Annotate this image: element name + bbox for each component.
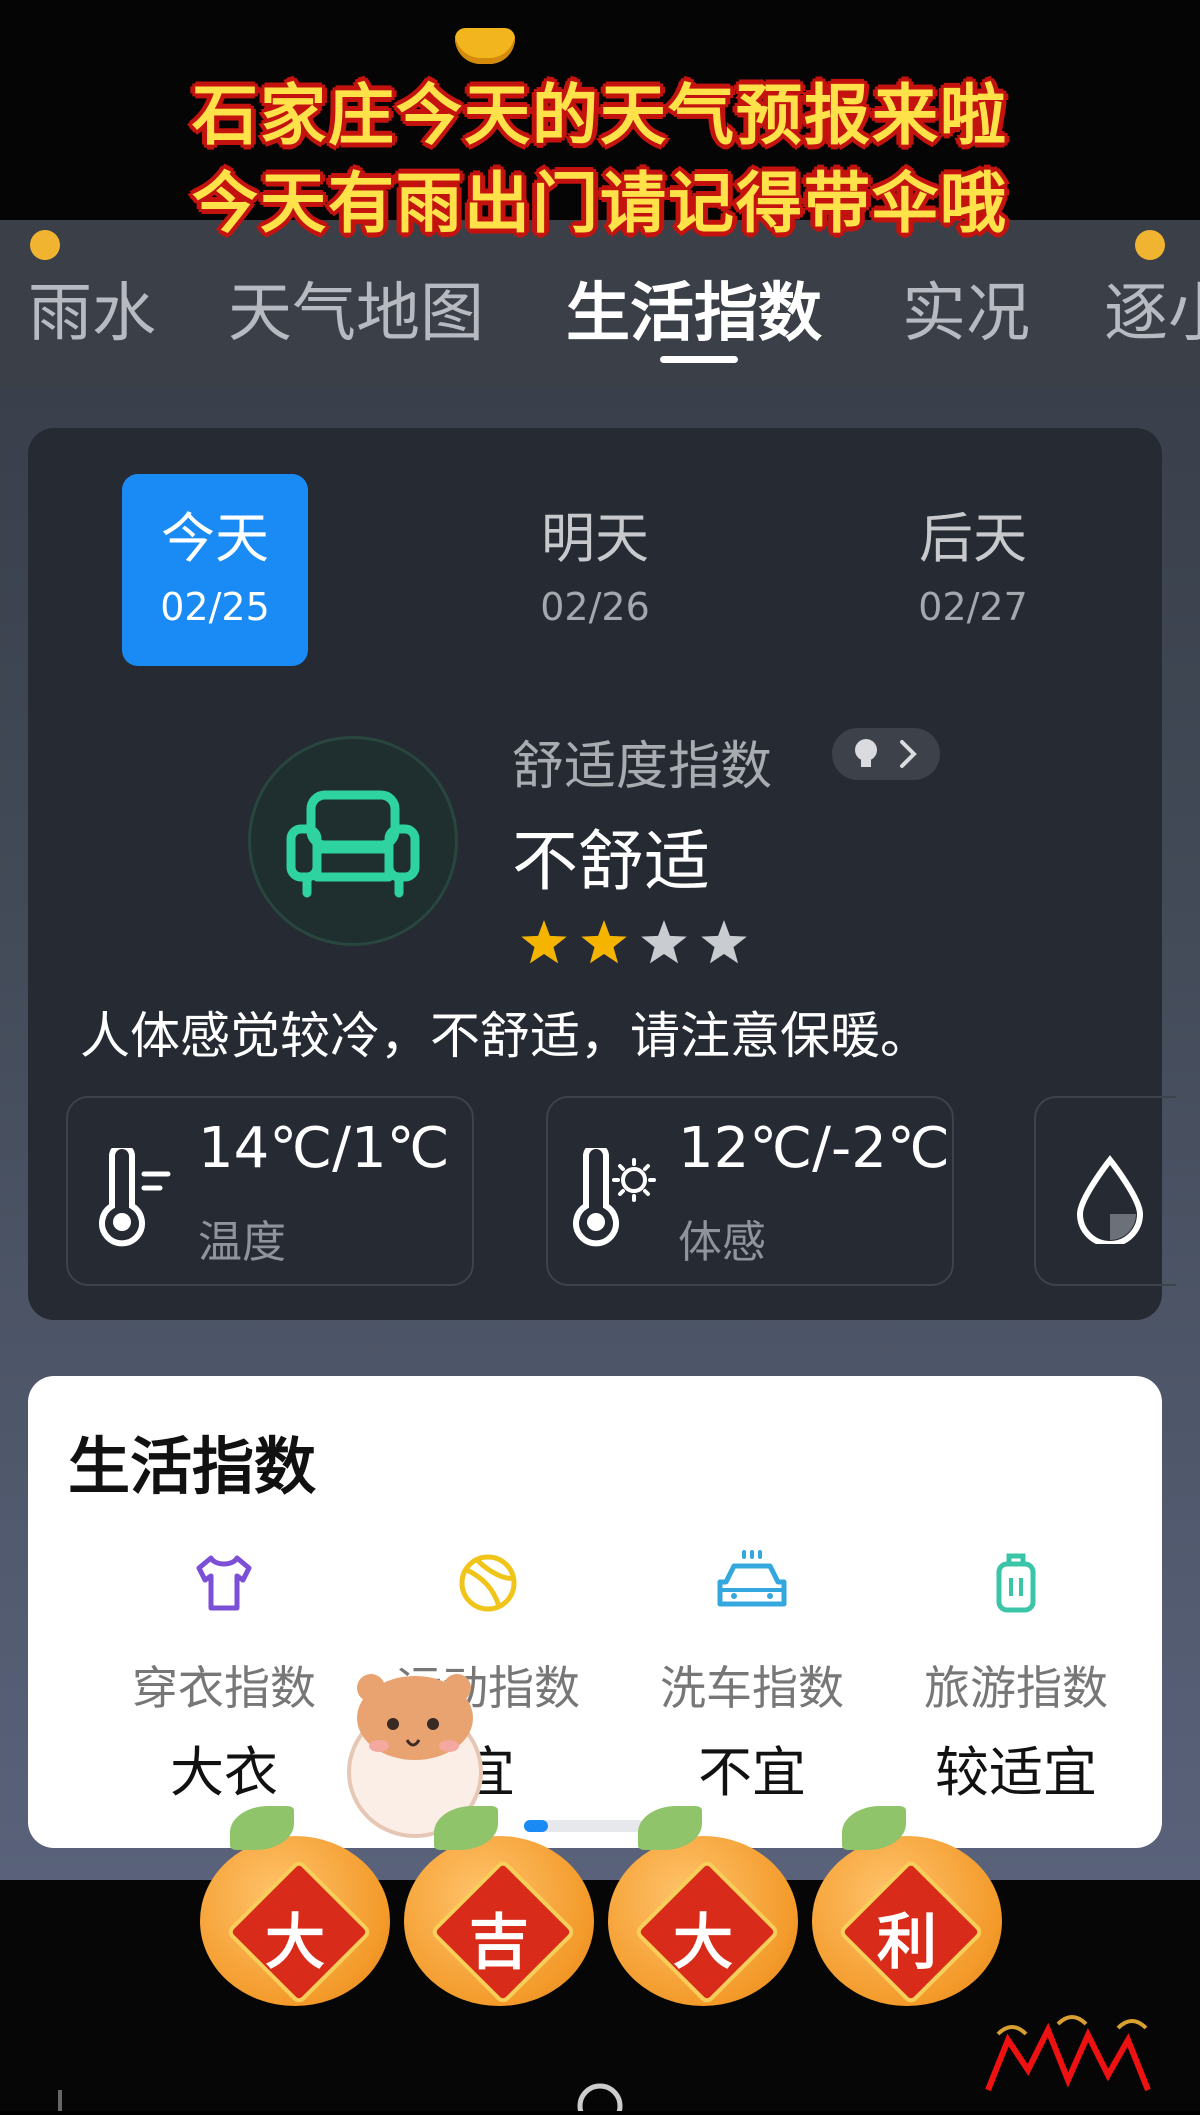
day-tomorrow[interactable]: 明天 02/26 — [502, 474, 688, 666]
day-after-tomorrow[interactable]: 后天 02/27 — [880, 474, 1066, 666]
life-item-value: 大衣 — [170, 1741, 278, 1804]
sticker-char: 大 — [265, 1908, 325, 1978]
star-filled-icon — [581, 920, 627, 964]
life-item-travel[interactable]: 旅游指数 较适宜 — [884, 1548, 1148, 1807]
metric-feels-like: 12℃/-2℃ 体感 — [546, 1096, 954, 1286]
sticker-char: 大 — [673, 1908, 733, 1978]
day-date: 02/26 — [540, 585, 650, 629]
caption-line-2: 今天有雨出门请记得带伞哦 — [192, 165, 1008, 242]
day-name: 明天 — [541, 507, 649, 570]
metric-value: 12℃/-2℃ — [678, 1116, 950, 1181]
thermometer-sun-icon — [572, 1143, 662, 1252]
life-item-name: 洗车指数 — [660, 1661, 844, 1715]
comfort-star-rating — [516, 916, 756, 976]
coin-icon — [1135, 230, 1165, 260]
sticker-char: 利 — [877, 1908, 937, 1978]
tab-life-index[interactable]: 生活指数 — [566, 262, 822, 354]
metric-humidity — [1034, 1096, 1176, 1286]
life-item-name: 旅游指数 — [924, 1661, 1108, 1715]
orange-sticker: 利 — [812, 1806, 1002, 2006]
life-index-card: 生活指数 穿衣指数 大衣 运动指数 宜 洗车指数 不宜 旅游指数 较适宜 — [28, 1376, 1162, 1848]
video-caption: 石家庄今天的天气预报来啦 今天有雨出门请记得带伞哦 — [0, 72, 1200, 248]
life-item-value: 较适宜 — [935, 1741, 1097, 1804]
comfort-index-title: 舒适度指数 — [512, 737, 773, 797]
day-name: 后天 — [919, 507, 1027, 570]
comfort-description: 人体感觉较冷，不舒适，请注意保暖。 — [80, 1007, 930, 1065]
comfort-detail-button[interactable] — [832, 728, 940, 780]
day-date: 02/27 — [918, 585, 1028, 629]
tab-rain[interactable]: 雨水 — [28, 262, 156, 354]
weather-app: 雨水 天气地图 生活指数 实况 逐小 今天 02/25 明天 02/26 后天 … — [0, 220, 1200, 1880]
horses-logo-icon — [978, 2010, 1178, 2115]
luggage-icon — [884, 1548, 1148, 1618]
life-item-value: 不宜 — [698, 1741, 806, 1804]
life-item-carwash[interactable]: 洗车指数 不宜 — [620, 1548, 884, 1807]
metric-label: 体感 — [678, 1217, 766, 1268]
active-tab-underline — [660, 356, 738, 363]
orange-sticker: 大 — [608, 1806, 798, 2006]
chevron-right-icon — [900, 740, 917, 768]
sofa-icon — [248, 736, 458, 946]
life-item-name: 穿衣指数 — [132, 1661, 316, 1715]
shirt-icon — [92, 1548, 356, 1618]
page-indicator-active — [524, 1820, 548, 1832]
seek-handle-icon — [577, 2083, 623, 2115]
metric-label: 温度 — [198, 1217, 286, 1268]
comfort-index-value: 不舒适 — [512, 823, 710, 900]
tab-live[interactable]: 实况 — [902, 262, 1030, 354]
ball-icon — [356, 1548, 620, 1618]
sticker-char: 吉 — [469, 1908, 529, 1978]
metric-temperature: 14℃/1℃ 温度 — [66, 1096, 474, 1286]
orange-sticker: 大 — [200, 1806, 390, 2006]
car-icon — [620, 1548, 884, 1618]
star-filled-icon — [521, 920, 567, 964]
star-empty-icon — [701, 920, 747, 964]
metric-value: 14℃/1℃ — [198, 1116, 450, 1181]
lightbulb-icon — [855, 739, 877, 761]
tab-hourly[interactable]: 逐小 — [1104, 262, 1200, 354]
thermometer-icon — [92, 1143, 182, 1252]
life-item-clothing[interactable]: 穿衣指数 大衣 — [92, 1548, 356, 1807]
orange-sticker: 吉 — [404, 1806, 594, 2006]
life-index-title: 生活指数 — [68, 1430, 317, 1503]
day-today[interactable]: 今天 02/25 — [122, 474, 308, 666]
coin-icon — [30, 230, 60, 260]
comfort-card: 今天 02/25 明天 02/26 后天 02/27 舒适度指数 不舒适 人体感… — [28, 428, 1176, 1320]
tab-weather-map[interactable]: 天气地图 — [228, 262, 484, 354]
day-date: 02/25 — [160, 585, 270, 629]
day-name: 今天 — [161, 507, 269, 570]
water-drop-icon — [1074, 1154, 1154, 1248]
star-empty-icon — [641, 920, 687, 964]
page-indicator — [524, 1820, 644, 1832]
caption-line-1: 石家庄今天的天气预报来啦 — [192, 77, 1008, 154]
